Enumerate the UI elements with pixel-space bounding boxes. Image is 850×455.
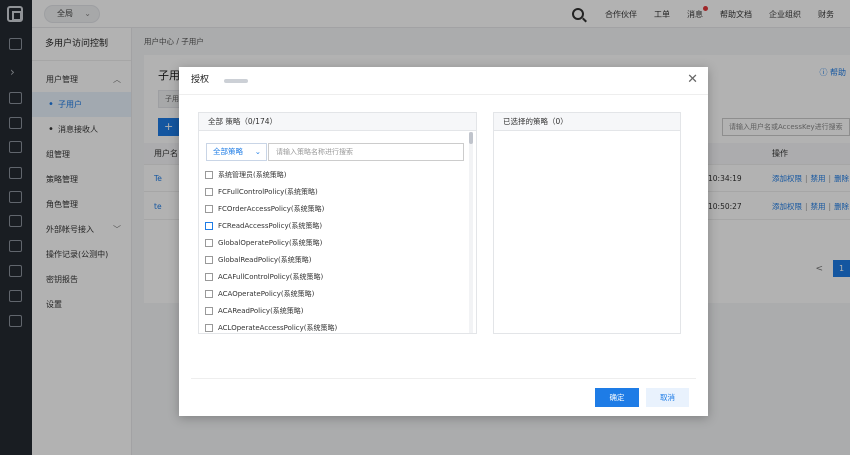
all-policies-panel: 全部 策略（0/174） 全部策略 ⌄ 请输入策略名称进行搜索 系统管理员(系统… [198, 112, 477, 334]
policy-item[interactable]: ACAReadPolicy(系统策略) [205, 303, 467, 320]
policy-item[interactable]: 系统管理员(系统策略) [205, 167, 467, 184]
checkbox[interactable] [205, 205, 213, 213]
policy-item[interactable]: FCOrderAccessPolicy(系统策略) [205, 201, 467, 218]
policy-item[interactable]: ACAOperatePolicy(系统策略) [205, 286, 467, 303]
policy-list: 系统管理员(系统策略) FCFullControlPolicy(系统策略) FC… [205, 167, 467, 334]
checkbox[interactable] [205, 171, 213, 179]
confirm-button[interactable]: 确定 [595, 388, 639, 407]
dialog-divider [191, 378, 696, 379]
checkbox[interactable] [205, 290, 213, 298]
policy-name: 系统管理员(系统策略) [218, 171, 287, 179]
policy-type-select[interactable]: 全部策略 ⌄ [206, 143, 267, 161]
policy-item[interactable]: FCFullControlPolicy(系统策略) [205, 184, 467, 201]
checkbox[interactable] [205, 256, 213, 264]
policy-name: ACAFullControlPolicy(系统策略) [218, 273, 324, 281]
chevron-down-icon: ⌄ [254, 147, 261, 156]
policy-name: FCFullControlPolicy(系统策略) [218, 188, 318, 196]
all-policies-header: 全部 策略（0/174） [199, 113, 476, 131]
policy-item[interactable]: ACLOperateAccessPolicy(系统策略) [205, 320, 467, 334]
policy-item[interactable]: GlobalReadPolicy(系统策略) [205, 252, 467, 269]
policy-search-input[interactable]: 请输入策略名称进行搜索 [268, 143, 464, 161]
selected-policies-header: 已选择的策略（0） [494, 113, 680, 131]
policy-name: GlobalOperatePolicy(系统策略) [218, 239, 323, 247]
policy-name: FCReadAccessPolicy(系统策略) [218, 222, 323, 230]
checkbox[interactable] [205, 188, 213, 196]
cancel-button[interactable]: 取消 [646, 388, 689, 407]
policy-type-label: 全部策略 [213, 147, 243, 156]
close-icon[interactable]: ✕ [687, 70, 698, 90]
checkbox[interactable] [205, 307, 213, 315]
checkbox[interactable] [205, 324, 213, 332]
policy-item[interactable]: ACAFullControlPolicy(系统策略) [205, 269, 467, 286]
policy-name: FCOrderAccessPolicy(系统策略) [218, 205, 325, 213]
dialog-header: 授权 ✕ [179, 67, 708, 95]
checkbox[interactable] [205, 273, 213, 281]
scrollbar-thumb[interactable] [469, 132, 473, 144]
redacted-username [224, 79, 248, 83]
checkbox[interactable] [205, 239, 213, 247]
policy-item[interactable]: GlobalOperatePolicy(系统策略) [205, 235, 467, 252]
policy-name: ACAReadPolicy(系统策略) [218, 307, 304, 315]
selected-policies-panel: 已选择的策略（0） [493, 112, 681, 334]
authorize-dialog: 授权 ✕ 全部 策略（0/174） 全部策略 ⌄ 请输入策略名称进行搜索 系统管… [179, 67, 708, 416]
policy-name: ACLOperateAccessPolicy(系统策略) [218, 324, 338, 332]
checkbox[interactable] [205, 222, 213, 230]
policy-list-scrollbar[interactable] [469, 132, 473, 333]
policy-name: ACAOperatePolicy(系统策略) [218, 290, 315, 298]
policy-item[interactable]: FCReadAccessPolicy(系统策略) [205, 218, 467, 235]
dialog-title: 授权 [191, 75, 210, 85]
policy-name: GlobalReadPolicy(系统策略) [218, 256, 312, 264]
